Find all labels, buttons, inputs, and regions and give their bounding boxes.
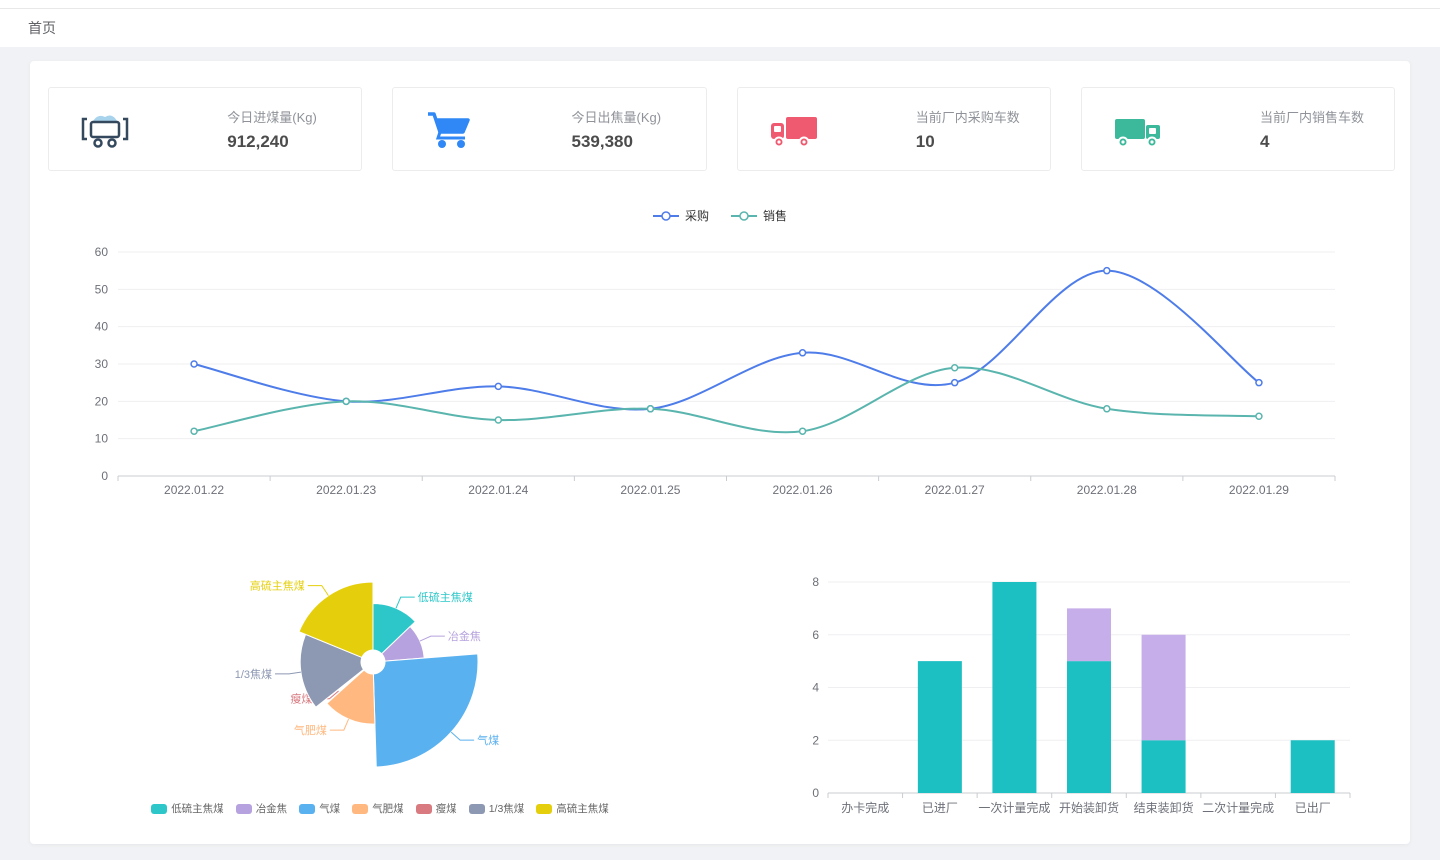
svg-text:已进厂: 已进厂 (922, 801, 958, 815)
svg-text:2022.01.29: 2022.01.29 (1229, 483, 1289, 497)
bar-segment (1067, 608, 1111, 661)
svg-text:2022.01.22: 2022.01.22 (164, 483, 224, 497)
stat-value: 4 (1260, 132, 1378, 152)
bar-segment (992, 582, 1036, 793)
top-divider (0, 0, 1440, 9)
pie-slice-2 (373, 654, 478, 767)
svg-text:开始装卸货: 开始装卸货 (1059, 800, 1119, 815)
stat-label: 当前厂内销售车数 (1260, 107, 1378, 126)
rose-chart-legend: 低硫主焦煤冶金焦气煤气肥煤瘦煤 1/3焦煤高硫主焦煤 (125, 801, 635, 816)
svg-text:0: 0 (812, 786, 819, 800)
shopping-cart-icon (423, 107, 475, 151)
breadcrumb[interactable]: 首页 (28, 18, 56, 38)
line-chart-legend: 采购 销售 (30, 207, 1410, 224)
svg-text:8: 8 (812, 575, 819, 589)
svg-text:2: 2 (812, 733, 819, 747)
svg-text:6: 6 (812, 628, 819, 642)
pie-legend-item-2[interactable]: 气煤 (299, 801, 340, 816)
stat-card-purchase-trucks: 当前厂内采购车数 10 (737, 87, 1051, 171)
svg-text:二次计量完成: 二次计量完成 (1202, 800, 1274, 815)
svg-text:2022.01.26: 2022.01.26 (773, 483, 833, 497)
svg-text:60: 60 (95, 245, 109, 259)
svg-text:30: 30 (95, 357, 109, 371)
pie-legend-item-4[interactable]: 瘦煤 (416, 801, 457, 816)
stat-label: 今日出焦量(Kg) (572, 107, 690, 126)
stat-card-coke-out: 今日出焦量(Kg) 539,380 (392, 87, 706, 171)
purchase-sales-line-chart: 0 10 20 30 40 50 60 2022.01.22 2022.01.23 2022.01… (60, 231, 1380, 511)
svg-text:0: 0 (101, 469, 108, 483)
svg-text:一次计量完成: 一次计量完成 (978, 800, 1050, 815)
pie-legend-item-3[interactable]: 气肥煤 (352, 801, 404, 816)
stat-value: 539,380 (572, 132, 690, 152)
svg-text:20: 20 (95, 394, 109, 408)
svg-text:2022.01.25: 2022.01.25 (620, 483, 680, 497)
svg-text:4: 4 (812, 681, 819, 695)
stat-card-coal-in: 今日进煤量(Kg) 912,240 (48, 87, 362, 171)
minecart-icon (79, 107, 131, 151)
svg-text:结束装卸货: 结束装卸货 (1134, 800, 1194, 815)
svg-text:2022.01.23: 2022.01.23 (316, 483, 376, 497)
vehicle-status-bar-chart: 0 2 4 6 8 办卡完成 已进厂 一次计量完成开始装卸货结束装卸货二次计量完成 已出厂 (800, 556, 1380, 826)
svg-text:2022.01.28: 2022.01.28 (1077, 483, 1137, 497)
legend-item-purchase[interactable]: 采购 (653, 207, 709, 224)
coal-type-rose-chart: 低硫主焦煤冶金焦气煤气肥煤瘦煤1/3焦煤高硫主焦煤 (145, 539, 605, 799)
stat-label: 今日进煤量(Kg) (227, 107, 345, 126)
bar-segment (1142, 740, 1186, 793)
purchase-truck-icon (768, 107, 820, 151)
bar-segment (1067, 661, 1111, 793)
svg-text:1/3焦煤: 1/3焦煤 (235, 668, 272, 681)
svg-text:已出厂: 已出厂 (1295, 801, 1331, 815)
bar-segment (918, 661, 962, 793)
bar-segment (1142, 635, 1186, 741)
svg-text:气肥煤: 气肥煤 (294, 723, 327, 737)
breadcrumb-bar: 首页 (0, 9, 1440, 47)
svg-text:低硫主焦煤: 低硫主焦煤 (418, 590, 473, 604)
svg-text:50: 50 (95, 282, 109, 296)
pie-legend-item-0[interactable]: 低硫主焦煤 (151, 801, 224, 816)
stat-value: 912,240 (227, 132, 345, 152)
svg-text:40: 40 (95, 320, 109, 334)
pie-legend-item-6[interactable]: 高硫主焦煤 (536, 801, 609, 816)
svg-text:10: 10 (95, 432, 109, 446)
svg-text:气煤: 气煤 (477, 733, 499, 747)
dashboard-panel: 今日进煤量(Kg) 912,240 今日出焦量(Kg) 539,380 (30, 61, 1410, 844)
stat-value: 10 (916, 132, 1034, 152)
svg-text:2022.01.27: 2022.01.27 (925, 483, 985, 497)
svg-text:高硫主焦煤: 高硫主焦煤 (250, 579, 305, 593)
pie-legend-item-1[interactable]: 冶金焦 (236, 801, 288, 816)
pie-legend-item-5[interactable]: 1/3焦煤 (469, 801, 525, 816)
stat-cards-row: 今日进煤量(Kg) 912,240 今日出焦量(Kg) 539,380 (48, 87, 1395, 171)
svg-text:冶金焦: 冶金焦 (448, 629, 481, 643)
page-background: 今日进煤量(Kg) 912,240 今日出焦量(Kg) 539,380 (0, 47, 1440, 859)
legend-item-sales[interactable]: 销售 (731, 207, 787, 224)
bar-segment (1291, 740, 1335, 793)
stat-label: 当前厂内采购车数 (916, 107, 1034, 126)
stat-card-sales-trucks: 当前厂内销售车数 4 (1081, 87, 1395, 171)
svg-text:办卡完成: 办卡完成 (841, 800, 889, 815)
svg-text:2022.01.24: 2022.01.24 (468, 483, 528, 497)
sales-truck-icon (1112, 107, 1164, 151)
